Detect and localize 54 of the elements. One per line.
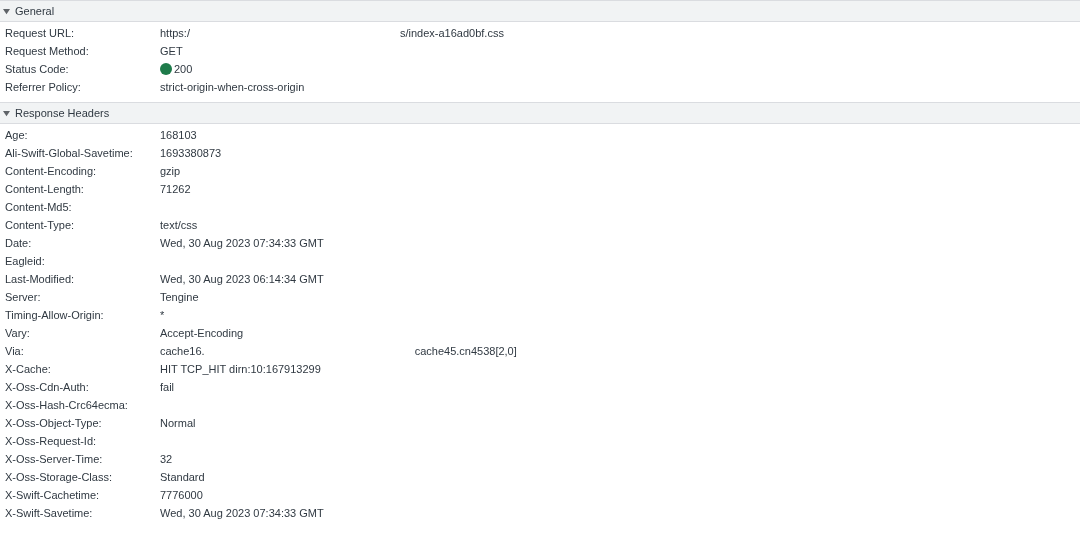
header-name: Content-Length: — [4, 182, 85, 197]
header-value: Standard — [160, 470, 205, 485]
header-value: HIT TCP_HIT dirn:10:167913299 — [160, 362, 321, 377]
header-name: Timing-Allow-Origin: — [4, 308, 105, 323]
header-name: Request Method: — [4, 44, 90, 59]
header-value: gzip — [160, 164, 181, 179]
header-name: X-Swift-Savetime: — [4, 506, 94, 521]
header-name: Age: — [4, 128, 29, 143]
triangle-icon — [3, 109, 10, 117]
header-value: GET — [160, 44, 183, 59]
header-name: Eagleid: — [4, 254, 46, 269]
header-name: Vary: — [4, 326, 31, 341]
header-name: X-Oss-Object-Type: — [4, 416, 103, 431]
header-value: https:/ — [160, 26, 190, 41]
header-name: Ali-Swift-Global-Savetime: — [4, 146, 134, 161]
header-name: X-Oss-Server-Time: — [4, 452, 104, 467]
header-name: Content-Type: — [4, 218, 76, 233]
header-name: Last-Modified: — [4, 272, 76, 287]
header-name: Referrer Policy: — [4, 80, 82, 95]
header-value: Tengine — [160, 290, 199, 305]
header-value: cache16. — [160, 344, 205, 359]
header-value: 1693380873 — [160, 146, 222, 161]
header-value: Wed, 30 Aug 2023 07:34:33 GMT — [160, 236, 324, 251]
header-value: fail — [160, 380, 175, 395]
header-name: Server: — [4, 290, 42, 305]
header-value: cache45.cn4538[2,0] — [414, 344, 517, 359]
section-header[interactable]: Response Headers — [0, 102, 1080, 124]
section-header[interactable]: General — [0, 0, 1080, 22]
triangle-icon — [3, 7, 10, 15]
header-name: X-Swift-Cachetime: — [4, 488, 101, 503]
header-value: 7776000 — [160, 488, 203, 503]
header-name: X-Oss-Hash-Crc64ecma: — [4, 398, 129, 413]
header-name: Date: — [4, 236, 33, 251]
header-value: 168103 — [160, 128, 197, 143]
header-value: s/index-a16ad0bf.css — [399, 26, 504, 41]
header-value: strict-origin-when-cross-origin — [160, 80, 305, 95]
header-value: text/css — [160, 218, 198, 233]
header-name: Via: — [4, 344, 25, 359]
header-value: 200 — [174, 62, 193, 77]
header-name: Content-Md5: — [4, 200, 73, 215]
header-value: Accept-Encoding — [160, 326, 244, 341]
header-value: Wed, 30 Aug 2023 07:34:33 GMT — [160, 506, 324, 521]
header-value: 71262 — [160, 182, 191, 197]
header-name: X-Oss-Request-Id: — [4, 434, 98, 449]
header-name: Content-Encoding: — [4, 164, 98, 179]
header-value: Wed, 30 Aug 2023 06:14:34 GMT — [160, 272, 324, 287]
header-name: X-Cache: — [4, 362, 52, 377]
header-name: X-Oss-Cdn-Auth: — [4, 380, 90, 395]
header-value: * — [160, 308, 165, 323]
header-name: Request URL: — [4, 26, 76, 41]
header-value: 32 — [160, 452, 173, 467]
header-name: X-Oss-Storage-Class: — [4, 470, 113, 485]
header-name: Status Code: — [4, 62, 70, 77]
header-value: Normal — [160, 416, 196, 431]
